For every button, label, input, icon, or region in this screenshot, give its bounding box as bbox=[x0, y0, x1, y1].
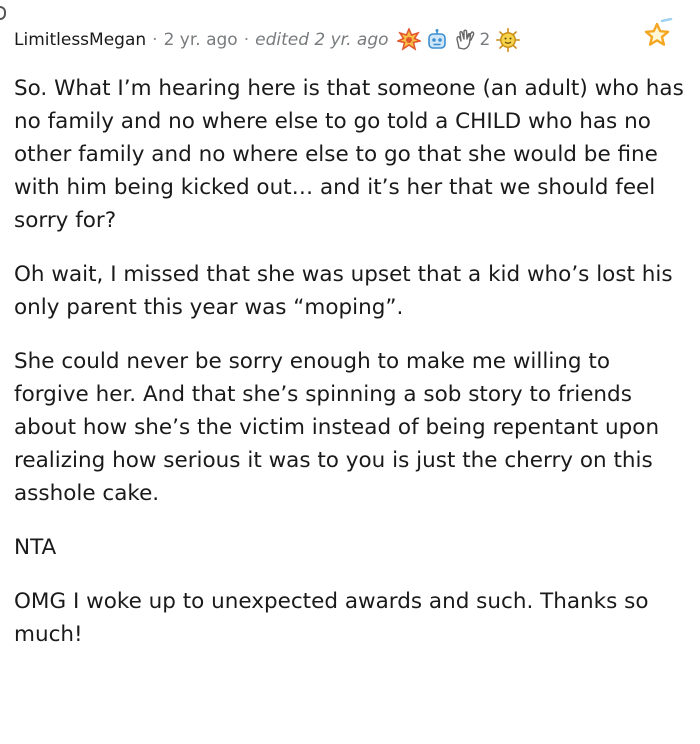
comment-paragraph: She could never be sorry enough to make … bbox=[14, 349, 660, 506]
starburst-award-icon bbox=[396, 28, 421, 51]
comment-paragraph: OMG I woke up to unexpected awards and s… bbox=[14, 589, 649, 647]
robot-award-icon bbox=[427, 29, 446, 49]
clapping-hands-award-icon bbox=[455, 29, 474, 50]
comment-body: So. What I’m hearing here is that someon… bbox=[14, 72, 686, 672]
meta-separator: · bbox=[243, 30, 250, 50]
comment-paragraph: NTA bbox=[14, 535, 57, 560]
sun-face-award-icon bbox=[496, 28, 521, 52]
comment-header: LimitlessMegan · 2 yr. ago · edited 2 yr… bbox=[14, 26, 521, 54]
thread-line-edge bbox=[0, 6, 6, 20]
meta-separator: · bbox=[152, 30, 158, 50]
comment-timestamp[interactable]: 2 yr. ago bbox=[164, 26, 238, 54]
award-count: 2 bbox=[479, 30, 491, 50]
awards-row[interactable]: 2 bbox=[396, 26, 521, 54]
comment-paragraph: Oh wait, I missed that she was upset tha… bbox=[14, 262, 673, 320]
star-outline-icon[interactable] bbox=[640, 18, 674, 52]
edited-timestamp: edited 2 yr. ago bbox=[255, 30, 389, 50]
comment-paragraph: So. What I’m hearing here is that someon… bbox=[14, 76, 684, 233]
comment-author-link[interactable]: LimitlessMegan bbox=[14, 26, 146, 54]
